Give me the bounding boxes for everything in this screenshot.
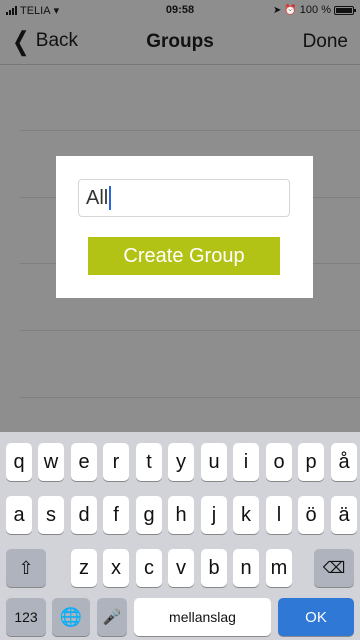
list-separator	[20, 330, 360, 331]
keyboard-row-4: 123 🌐 🎤 mellanslag OK	[0, 598, 360, 636]
key-y[interactable]: y	[168, 443, 194, 481]
key-e[interactable]: e	[71, 443, 97, 481]
done-button[interactable]: Done	[303, 31, 348, 53]
keyboard-row-1: q w e r t y u i o p å	[0, 443, 360, 481]
keyboard-row-2: a s d f g h j k l ö ä	[0, 496, 360, 534]
create-group-button[interactable]: Create Group	[88, 237, 280, 275]
key-v[interactable]: v	[168, 549, 194, 587]
keyboard: q w e r t y u i o p å a s d f g h j k l …	[0, 432, 360, 640]
key-a-ring[interactable]: å	[331, 443, 357, 481]
globe-icon: 🌐	[59, 606, 83, 627]
key-a[interactable]: a	[6, 496, 32, 534]
key-l[interactable]: l	[266, 496, 292, 534]
key-q[interactable]: q	[6, 443, 32, 481]
backspace-icon: ⌫	[322, 560, 346, 577]
numbers-key[interactable]: 123	[6, 598, 46, 636]
key-i[interactable]: i	[233, 443, 259, 481]
battery-icon	[334, 5, 356, 15]
shift-icon: ⇧	[18, 557, 34, 578]
key-t[interactable]: t	[136, 443, 162, 481]
key-r[interactable]: r	[103, 443, 129, 481]
keyboard-row-3: ⇧ z x c v b n m ⌫	[0, 549, 360, 587]
key-c[interactable]: c	[136, 549, 162, 587]
space-key[interactable]: mellanslag	[134, 598, 271, 636]
status-bar: TELIA ▾ 09:58 ➤ ⏰ 100 %	[0, 0, 360, 20]
navigation-bar: ❮ Back Groups Done	[0, 20, 360, 65]
list-separator	[20, 130, 360, 131]
key-m[interactable]: m	[266, 549, 292, 587]
key-d[interactable]: d	[71, 496, 97, 534]
create-group-dialog: All Create Group	[56, 156, 313, 298]
key-w[interactable]: w	[38, 443, 64, 481]
battery-percent: 100 %	[299, 4, 331, 16]
key-u[interactable]: u	[201, 443, 227, 481]
key-o[interactable]: o	[266, 443, 292, 481]
backspace-key[interactable]: ⌫	[314, 549, 354, 587]
key-h[interactable]: h	[168, 496, 194, 534]
key-z[interactable]: z	[71, 549, 97, 587]
key-b[interactable]: b	[201, 549, 227, 587]
key-s[interactable]: s	[38, 496, 64, 534]
list-separator	[20, 397, 360, 398]
key-f[interactable]: f	[103, 496, 129, 534]
group-name-input[interactable]: All	[78, 179, 290, 217]
status-right: ➤ ⏰ 100 %	[272, 4, 356, 16]
alarm-icon: ⏰	[284, 4, 297, 16]
dictation-key[interactable]: 🎤	[97, 598, 127, 636]
microphone-icon: 🎤	[102, 609, 122, 626]
key-k[interactable]: k	[233, 496, 259, 534]
key-x[interactable]: x	[103, 549, 129, 587]
key-j[interactable]: j	[201, 496, 227, 534]
key-o-umlaut[interactable]: ö	[298, 496, 324, 534]
group-name-value: All	[86, 186, 109, 209]
key-g[interactable]: g	[136, 496, 162, 534]
location-icon: ➤	[272, 4, 282, 16]
shift-key[interactable]: ⇧	[6, 549, 46, 587]
globe-key[interactable]: 🌐	[52, 598, 90, 636]
ok-key[interactable]: OK	[278, 598, 354, 636]
text-caret	[109, 186, 112, 210]
key-p[interactable]: p	[298, 443, 324, 481]
key-n[interactable]: n	[233, 549, 259, 587]
key-a-umlaut[interactable]: ä	[331, 496, 357, 534]
